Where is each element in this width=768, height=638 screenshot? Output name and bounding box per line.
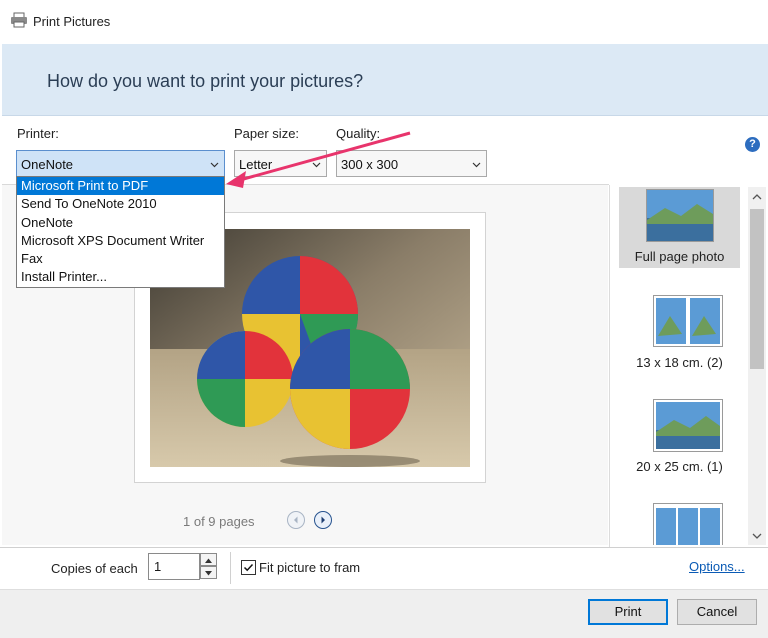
quality-select[interactable]: 300 x 300	[336, 150, 487, 177]
fit-picture-label[interactable]: Fit picture to fram	[259, 560, 360, 575]
window-title: Print Pictures	[33, 14, 111, 29]
quality-value: 300 x 300	[341, 157, 399, 172]
copies-decrement-button[interactable]	[200, 566, 217, 579]
help-icon[interactable]: ?	[745, 137, 760, 152]
chevron-right-icon	[321, 516, 325, 524]
printer-label: Printer:	[17, 126, 59, 141]
chevron-down-icon	[210, 162, 219, 168]
thumbnail-20x25[interactable]: 20 x 25 cm. (1)	[619, 399, 740, 480]
scroll-up-icon[interactable]	[752, 193, 762, 201]
page-title: How do you want to print your pictures?	[47, 71, 364, 91]
thumbnail-image	[653, 399, 723, 452]
scrollbar-thumb[interactable]	[750, 209, 764, 369]
layout-thumbnail-panel: Full page photo 13 x 18 cm. (2) 20 x 25 …	[609, 185, 767, 547]
copies-input[interactable]: 1	[148, 553, 200, 580]
previous-page-button[interactable]	[287, 511, 305, 529]
printer-dropdown-list: Microsoft Print to PDF Send To OneNote 2…	[16, 176, 225, 288]
printer-select-value: OneNote	[21, 157, 74, 172]
print-button[interactable]: Print	[588, 599, 668, 625]
next-page-button[interactable]	[314, 511, 332, 529]
options-link[interactable]: Options...	[689, 559, 745, 574]
printer-select[interactable]: OneNote	[16, 150, 225, 177]
thumbnail-13x18[interactable]: 13 x 18 cm. (2)	[619, 295, 740, 376]
thumbnail-image	[646, 189, 714, 242]
scroll-down-icon[interactable]	[752, 532, 762, 540]
thumbnail-image	[653, 295, 723, 347]
copies-label: Copies of each	[51, 561, 138, 576]
thumbnail-label: 20 x 25 cm. (1)	[636, 459, 723, 474]
chevron-down-icon	[472, 162, 481, 168]
cancel-button[interactable]: Cancel	[677, 599, 757, 625]
printer-option[interactable]: Install Printer...	[17, 268, 224, 286]
quality-label: Quality:	[336, 126, 381, 141]
triangle-down-icon	[205, 571, 212, 576]
title-bar: Print Pictures	[0, 0, 768, 44]
fit-picture-checkbox[interactable]	[241, 560, 256, 575]
thumbnail-scrollbar[interactable]	[748, 187, 766, 545]
paper-size-value: Letter	[239, 157, 273, 172]
triangle-up-icon	[205, 558, 212, 563]
chevron-left-icon	[294, 516, 298, 524]
thumbnail-image	[653, 503, 723, 545]
thumbnail-full-page-photo[interactable]: Full page photo	[619, 187, 740, 268]
printer-icon	[10, 12, 28, 28]
printer-option[interactable]: Send To OneNote 2010	[17, 195, 224, 213]
printer-option[interactable]: Microsoft XPS Document Writer	[17, 232, 224, 250]
separator	[230, 552, 231, 584]
chevron-down-icon	[312, 162, 321, 168]
thumbnail-multi[interactable]	[619, 503, 740, 545]
paper-size-label: Paper size:	[234, 126, 300, 141]
checkmark-icon	[243, 563, 254, 572]
thumbnail-label: Full page photo	[634, 249, 725, 264]
printer-option[interactable]: OneNote	[17, 214, 224, 232]
printer-option[interactable]: Fax	[17, 250, 224, 268]
printer-option[interactable]: Microsoft Print to PDF	[17, 177, 224, 196]
copies-increment-button[interactable]	[200, 553, 217, 566]
thumbnail-label: 13 x 18 cm. (2)	[636, 355, 723, 370]
paper-size-select[interactable]: Letter	[234, 150, 327, 177]
page-indicator: 1 of 9 pages	[183, 514, 255, 529]
copies-value: 1	[154, 559, 162, 574]
header-band: How do you want to print your pictures?	[2, 44, 768, 116]
